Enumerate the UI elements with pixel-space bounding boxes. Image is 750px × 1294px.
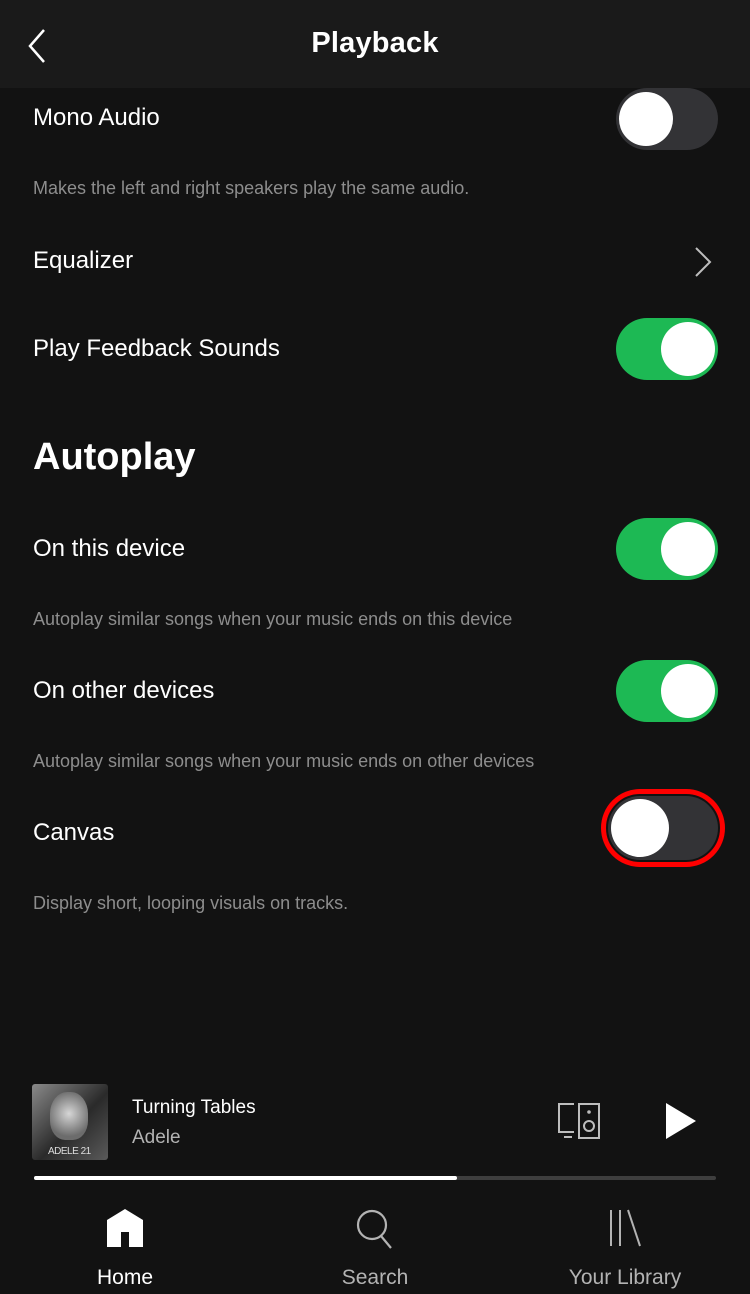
playback-progress-bar[interactable] xyxy=(34,1176,716,1180)
now-playing-bar[interactable]: ADELE 21 Turning Tables Adele xyxy=(0,1070,750,1190)
search-icon xyxy=(356,1209,392,1249)
devices-button[interactable] xyxy=(556,1102,602,1142)
play-feedback-sounds-toggle[interactable] xyxy=(616,318,718,380)
nav-item-home[interactable]: Home xyxy=(0,1190,250,1294)
progress-fill xyxy=(34,1176,457,1180)
toggle-knob xyxy=(661,322,715,376)
toggle-knob xyxy=(619,92,673,146)
toggle-knob xyxy=(661,664,715,718)
devices-icon xyxy=(558,1103,600,1139)
library-icon xyxy=(610,1209,641,1247)
header: Playback xyxy=(0,0,750,88)
on-other-devices-label: On other devices xyxy=(33,677,215,704)
canvas-label: Canvas xyxy=(33,819,115,846)
canvas-description: Display short, looping visuals on tracks… xyxy=(33,893,349,913)
home-icon xyxy=(107,1209,143,1247)
nav-label-home: Home xyxy=(96,1266,154,1289)
on-this-device-toggle[interactable] xyxy=(616,518,718,580)
equalizer-chevron[interactable] xyxy=(690,244,720,280)
toggle-knob xyxy=(661,522,715,576)
play-icon xyxy=(666,1103,696,1139)
bottom-nav: Home Search Your Library xyxy=(0,1190,750,1294)
play-feedback-sounds-label: Play Feedback Sounds xyxy=(33,335,280,362)
nav-item-your-library[interactable]: Your Library xyxy=(500,1190,750,1294)
play-button[interactable] xyxy=(662,1100,700,1142)
page-title: Playback xyxy=(311,27,439,59)
mono-audio-label: Mono Audio xyxy=(33,104,160,131)
album-art-text: ADELE 21 xyxy=(48,1146,91,1157)
equalizer-item[interactable]: Equalizer xyxy=(33,247,133,275)
album-art: ADELE 21 xyxy=(32,1084,108,1160)
on-other-devices-description: Autoplay similar songs when your music e… xyxy=(33,751,535,771)
toggle-knob xyxy=(611,799,669,857)
chevron-right-icon xyxy=(695,247,712,277)
track-title: Turning Tables xyxy=(132,1097,256,1118)
nav-label-your-library: Your Library xyxy=(568,1266,682,1289)
autoplay-section-title: Autoplay xyxy=(33,436,196,478)
canvas-toggle[interactable] xyxy=(601,789,725,867)
mono-audio-toggle[interactable] xyxy=(616,88,718,150)
on-other-devices-toggle[interactable] xyxy=(616,660,718,722)
on-this-device-label: On this device xyxy=(33,535,186,562)
nav-item-search[interactable]: Search xyxy=(250,1190,500,1294)
on-this-device-description: Autoplay similar songs when your music e… xyxy=(33,609,513,629)
nav-label-search: Search xyxy=(341,1266,409,1289)
track-artist: Adele xyxy=(132,1127,181,1148)
album-art-portrait xyxy=(50,1092,88,1140)
mono-audio-description: Makes the left and right speakers play t… xyxy=(33,178,470,198)
